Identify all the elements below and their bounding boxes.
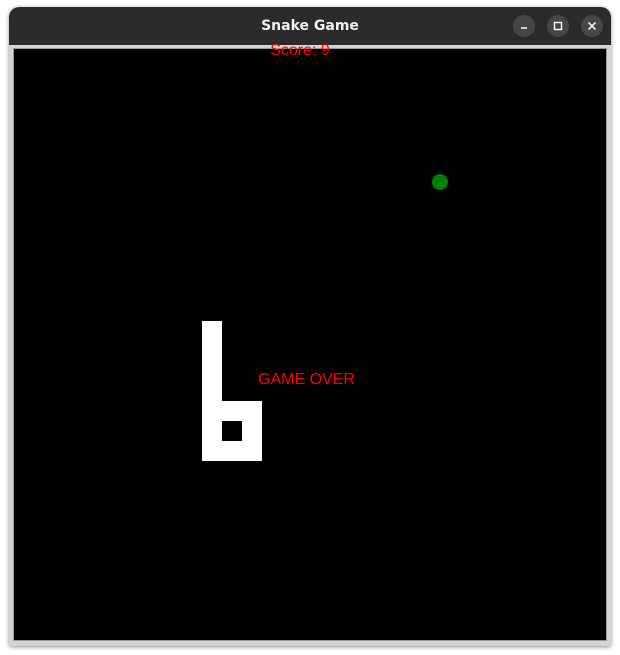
snake-segment (202, 421, 222, 441)
snake-segment (242, 421, 262, 441)
snake-segment (202, 361, 222, 381)
snake-segment (242, 441, 262, 461)
title-bar[interactable]: Snake Game (9, 7, 611, 45)
minimize-button[interactable] (513, 15, 535, 37)
close-button[interactable] (581, 15, 603, 37)
minimize-icon (521, 27, 527, 29)
snake-segment (222, 441, 242, 461)
food-pellet (432, 174, 448, 190)
maximize-icon (553, 21, 563, 31)
snake-segment (202, 321, 222, 341)
maximize-button[interactable] (547, 15, 569, 37)
snake-segment (242, 401, 262, 421)
game-canvas[interactable]: GAME OVER (13, 48, 607, 641)
snake-segment (202, 401, 222, 421)
app-window: Snake Game GAME OVER (9, 7, 611, 646)
game-over-text: GAME OVER (258, 371, 355, 388)
snake-segment (202, 441, 222, 461)
snake-segment (202, 341, 222, 361)
snake-segment (202, 381, 222, 401)
snake-segment (222, 401, 242, 421)
score-label: Score: 9 (270, 42, 330, 59)
close-icon (587, 21, 597, 31)
